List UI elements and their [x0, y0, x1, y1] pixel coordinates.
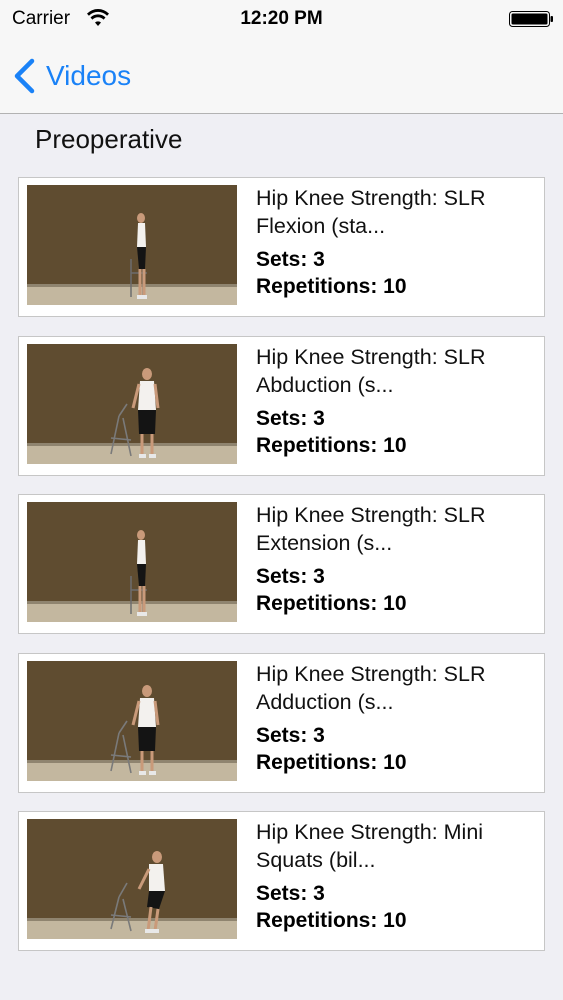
video-repetitions: Repetitions: 10	[256, 592, 407, 615]
video-list: Hip Knee Strength: SLR Flexion (sta... Set…	[18, 177, 545, 970]
video-title-line2: Abduction (s...	[256, 372, 394, 397]
video-repetitions: Repetitions: 10	[256, 275, 407, 298]
video-title-line2: Extension (s...	[256, 531, 393, 555]
video-thumbnail[interactable]	[27, 660, 237, 781]
video-thumbnail[interactable]	[27, 819, 237, 939]
video-info: Hip Knee Strength: SLR Extension (s... Set…	[256, 501, 536, 617]
video-title-line1: Hip Knee Strength: SLR	[256, 503, 486, 527]
video-title-line1: Hip Knee Strength: Mini	[256, 820, 484, 844]
video-prescription: Sets: 3 Repetitions: 10	[256, 880, 536, 934]
back-button-label: Videos	[46, 60, 132, 91]
status-bar: Carrier 12:20 PM	[0, 0, 563, 38]
video-title-line1: Hip Knee Strength: SLR	[256, 186, 486, 210]
video-repetitions: Repetitions: 10	[256, 433, 407, 457]
video-thumbnail[interactable]	[27, 502, 237, 622]
video-title-line1: Hip Knee Strength: SLR	[256, 661, 486, 686]
video-info: Hip Knee Strength: SLR Adduction (s... Set…	[256, 660, 536, 776]
video-sets: Sets: 3	[256, 882, 325, 905]
video-thumbnail[interactable]	[27, 343, 237, 464]
back-button[interactable]: Videos	[12, 54, 131, 98]
video-prescription: Sets: 3 Repetitions: 10	[256, 722, 536, 776]
video-list-item[interactable]: Hip Knee Strength: SLR Abduction (s... Set…	[18, 335, 545, 476]
video-repetitions: Repetitions: 10	[256, 909, 407, 932]
video-prescription: Sets: 3 Repetitions: 10	[256, 563, 536, 617]
video-info: Hip Knee Strength: SLR Abduction (s... Set…	[256, 343, 536, 459]
video-info: Hip Knee Strength: SLR Flexion (sta... Set…	[256, 184, 536, 300]
video-info: Hip Knee Strength: Mini Squats (bil... Set…	[256, 818, 536, 934]
video-title-line2: Adduction (s...	[256, 689, 394, 714]
chevron-left-icon	[14, 58, 35, 94]
video-repetitions: Repetitions: 10	[256, 750, 407, 774]
video-title-line2: Squats (bil...	[256, 848, 376, 872]
video-sets: Sets: 3	[256, 565, 325, 588]
navigation-bar: Videos	[0, 38, 563, 114]
video-list-item[interactable]: Hip Knee Strength: SLR Extension (s... Set…	[18, 494, 545, 634]
video-title: Hip Knee Strength: SLR Adduction (s...	[256, 660, 536, 716]
video-title-line2: Flexion (sta...	[256, 214, 386, 238]
video-prescription: Sets: 3 Repetitions: 10	[256, 246, 536, 300]
video-title-line1: Hip Knee Strength: SLR	[256, 344, 486, 369]
video-list-item[interactable]: Hip Knee Strength: SLR Adduction (s... Set…	[18, 652, 545, 793]
video-prescription: Sets: 3 Repetitions: 10	[256, 405, 536, 459]
video-thumbnail[interactable]	[27, 185, 237, 305]
battery-full-icon	[509, 11, 553, 27]
video-sets: Sets: 3	[256, 723, 325, 747]
section-title: Preoperative	[35, 124, 183, 154]
video-sets: Sets: 3	[256, 248, 325, 271]
video-title: Hip Knee Strength: SLR Flexion (sta...	[256, 184, 536, 240]
video-title: Hip Knee Strength: SLR Abduction (s...	[256, 343, 536, 399]
video-title: Hip Knee Strength: Mini Squats (bil...	[256, 818, 536, 874]
status-time: 12:20 PM	[240, 8, 323, 29]
video-list-item[interactable]: Hip Knee Strength: Mini Squats (bil... Set…	[18, 811, 545, 951]
video-list-item[interactable]: Hip Knee Strength: SLR Flexion (sta... Set…	[18, 177, 545, 317]
video-title: Hip Knee Strength: SLR Extension (s...	[256, 501, 536, 557]
video-sets: Sets: 3	[256, 406, 325, 430]
